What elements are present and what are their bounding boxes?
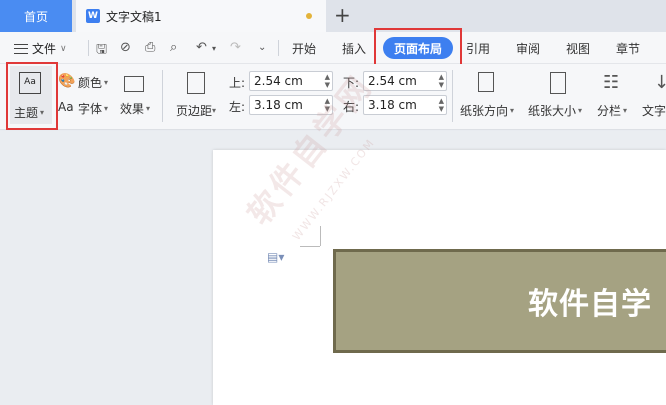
divider bbox=[88, 40, 89, 56]
font-button[interactable]: 字体 bbox=[78, 100, 102, 117]
margin-corner-mark bbox=[300, 246, 320, 247]
hamburger-icon bbox=[14, 43, 28, 54]
tab-home-label: 首页 bbox=[23, 9, 48, 24]
columns-icon[interactable]: ☷ bbox=[603, 72, 619, 93]
highlight-box-tab bbox=[374, 28, 462, 66]
menu-bar: 文件 ∨ 🖫 ⊘ ⎙ ⌕ ↶ ▾ ↷ ⌄ 开始 插入 页面布局 引用 审阅 视图… bbox=[0, 32, 666, 64]
palette-icon[interactable]: 🎨 bbox=[58, 73, 75, 89]
top-margin-label: 上: bbox=[229, 76, 246, 90]
dropdown-arrow-icon: ▾ bbox=[578, 106, 583, 115]
effects-button[interactable]: 效果 bbox=[120, 100, 144, 117]
divider bbox=[162, 70, 163, 122]
columns-button[interactable]: 分栏 bbox=[597, 102, 621, 119]
tab-chapter[interactable]: 章节 bbox=[616, 40, 640, 57]
redo-icon[interactable]: ↷ bbox=[230, 40, 241, 55]
orientation-icon[interactable] bbox=[478, 72, 494, 92]
format-painter-icon[interactable]: ⊘ bbox=[120, 40, 131, 55]
spinner-icon[interactable]: ▲ ▼ bbox=[439, 97, 444, 113]
dropdown-arrow-icon: ▾ bbox=[510, 106, 515, 115]
tab-insert[interactable]: 插入 bbox=[342, 40, 366, 57]
font-icon[interactable]: Aa bbox=[58, 100, 74, 114]
tab-start[interactable]: 开始 bbox=[292, 40, 316, 57]
more-icon[interactable]: ⌄ bbox=[258, 42, 266, 53]
tab-review[interactable]: 审阅 bbox=[516, 40, 540, 57]
divider bbox=[452, 70, 453, 122]
left-margin-value: 3.18 cm bbox=[254, 98, 303, 112]
banner-text: 软件自学 bbox=[528, 287, 652, 322]
file-menu-button[interactable]: 文件 ∨ bbox=[14, 40, 67, 57]
dropdown-arrow-icon: ▾ bbox=[146, 104, 151, 113]
text-direction-button[interactable]: 文字 bbox=[642, 102, 666, 119]
left-margin-label: 左: bbox=[229, 100, 246, 114]
writer-doc-icon: W bbox=[86, 9, 100, 23]
margins-button[interactable]: 页边距 bbox=[176, 102, 212, 119]
save-icon[interactable]: 🖫 bbox=[96, 40, 107, 62]
print-icon[interactable]: ⎙ bbox=[145, 40, 155, 55]
highlight-box-theme bbox=[6, 62, 58, 130]
top-margin-input[interactable]: 2.54 cm ▲ ▼ bbox=[249, 71, 333, 91]
text-direction-icon[interactable]: ↓ bbox=[654, 72, 666, 93]
tab-home[interactable]: 首页 bbox=[0, 0, 72, 32]
tab-document[interactable]: W 文字文稿1 bbox=[76, 0, 326, 32]
spinner-icon[interactable]: ▲ ▼ bbox=[439, 73, 444, 89]
dropdown-arrow-icon: ▾ bbox=[212, 106, 217, 115]
new-tab-button[interactable]: + bbox=[334, 4, 351, 26]
paper-size-icon[interactable] bbox=[550, 72, 566, 94]
margin-corner-mark bbox=[320, 226, 321, 246]
top-margin-value: 2.54 cm bbox=[254, 74, 303, 88]
unsaved-dot-icon bbox=[306, 13, 312, 19]
divider bbox=[278, 40, 279, 56]
title-tab-strip: 首页 W 文字文稿1 + bbox=[0, 0, 666, 32]
file-menu-label: 文件 bbox=[32, 42, 57, 56]
orientation-button[interactable]: 纸张方向 bbox=[460, 102, 508, 119]
paragraph-settings-icon[interactable]: ▤▾ bbox=[267, 250, 284, 264]
undo-dropdown-icon[interactable]: ▾ bbox=[212, 44, 216, 53]
print-preview-icon[interactable]: ⌕ bbox=[170, 40, 177, 55]
color-button[interactable]: 颜色 bbox=[78, 74, 102, 91]
dropdown-arrow-icon: ▾ bbox=[104, 104, 109, 113]
chevron-down-icon: ∨ bbox=[60, 43, 67, 54]
undo-icon[interactable]: ↶ bbox=[196, 40, 207, 55]
document-banner[interactable]: 软件自学 bbox=[333, 249, 666, 353]
tab-references[interactable]: 引用 bbox=[466, 40, 490, 57]
paper-size-button[interactable]: 纸张大小 bbox=[528, 102, 576, 119]
tab-document-title: 文字文稿1 bbox=[106, 9, 162, 24]
dropdown-arrow-icon: ▾ bbox=[623, 106, 628, 115]
tab-view[interactable]: 视图 bbox=[566, 40, 590, 57]
dropdown-arrow-icon: ▾ bbox=[104, 78, 109, 87]
effects-icon[interactable] bbox=[124, 76, 144, 92]
margins-icon[interactable] bbox=[187, 72, 205, 94]
